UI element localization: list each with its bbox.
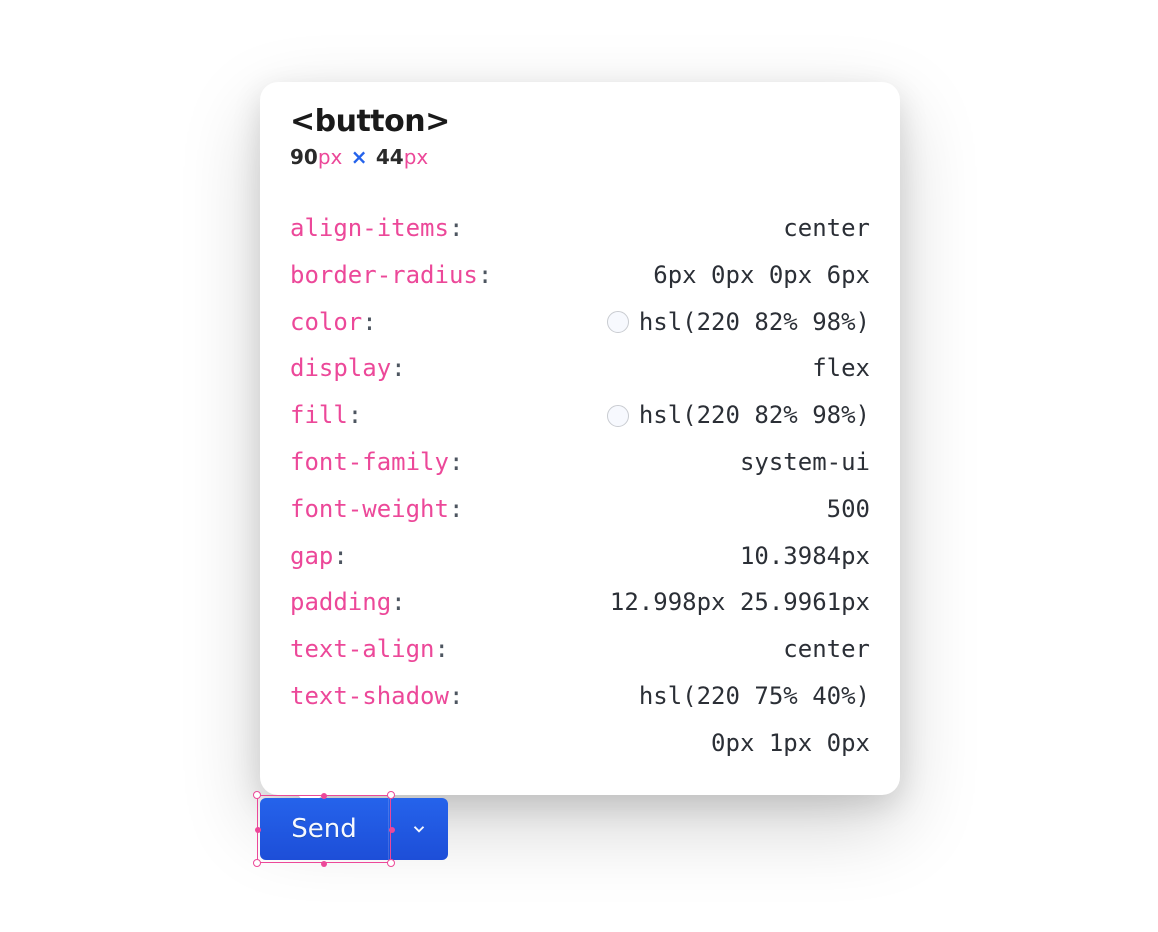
css-property-value: hsl(220 82% 98%)	[607, 392, 870, 439]
dimension-width: 90	[290, 145, 318, 169]
css-property-name-wrap: text-align:	[290, 626, 449, 673]
css-property-value: center	[783, 205, 870, 252]
css-property-name: font-weight	[290, 495, 449, 523]
color-swatch	[607, 405, 629, 427]
css-property-name: gap	[290, 542, 333, 570]
dimension-separator: ×	[349, 145, 370, 169]
css-property-name: color	[290, 308, 362, 336]
css-property-row: font-family: system-ui	[290, 439, 870, 486]
css-property-row: border-radius: 6px 0px 0px 6px	[290, 252, 870, 299]
css-property-name-wrap: display:	[290, 345, 406, 392]
css-property-colon: :	[362, 308, 376, 336]
css-property-row: display: flex	[290, 345, 870, 392]
resize-handle-br[interactable]	[387, 859, 395, 867]
css-property-value: system-ui	[740, 439, 870, 486]
css-property-value-text: 6px 0px 0px 6px	[653, 252, 870, 299]
css-property-name: fill	[290, 401, 348, 429]
css-property-name-wrap: fill:	[290, 392, 362, 439]
css-property-row: text-align: center	[290, 626, 870, 673]
css-property-name-wrap: align-items:	[290, 205, 463, 252]
css-property-value-text: 500	[827, 486, 870, 533]
css-property-name-wrap: font-family:	[290, 439, 463, 486]
css-property-name: text-shadow	[290, 682, 449, 710]
css-property-value: 6px 0px 0px 6px	[653, 252, 870, 299]
resize-midpoint-bottom[interactable]	[321, 861, 327, 867]
css-property-row: align-items: center	[290, 205, 870, 252]
css-property-value-text: center	[783, 205, 870, 252]
css-property-name-wrap: border-radius:	[290, 252, 492, 299]
css-property-value: 10.3984px	[740, 533, 870, 580]
css-property-name: font-family	[290, 448, 449, 476]
send-dropdown-button[interactable]	[388, 798, 448, 860]
css-property-colon: :	[391, 588, 405, 616]
css-property-row: gap: 10.3984px	[290, 533, 870, 580]
css-property-name-wrap: text-shadow:	[290, 673, 463, 720]
css-property-colon: :	[449, 214, 463, 242]
css-property-value-text: 12.998px 25.9961px	[610, 579, 870, 626]
css-property-colon: :	[449, 448, 463, 476]
css-property-name: border-radius	[290, 261, 478, 289]
css-property-colon: :	[435, 635, 449, 663]
css-property-name-wrap: gap:	[290, 533, 348, 580]
css-property-name-wrap: font-weight:	[290, 486, 463, 533]
css-property-value: flex	[812, 345, 870, 392]
css-property-colon: :	[449, 682, 463, 710]
css-property-value-text: flex	[812, 345, 870, 392]
css-property-colon: :	[391, 354, 405, 382]
css-property-colon: :	[348, 401, 362, 429]
css-inspector-tooltip: <button> 90px × 44px align-items:centerb…	[260, 82, 900, 795]
send-button-group: Send	[260, 798, 448, 860]
css-property-row: fill: hsl(220 82% 98%)	[290, 392, 870, 439]
css-property-value-text: system-ui	[740, 439, 870, 486]
css-property-row: text-shadow: hsl(220 75% 40%)0px 1px 0px	[290, 673, 870, 767]
css-property-value-text: center	[783, 626, 870, 673]
inspected-element-tag: <button>	[290, 104, 870, 139]
css-property-row: padding: 12.998px 25.9961px	[290, 579, 870, 626]
css-property-value-text: hsl(220 82% 98%)	[639, 392, 870, 439]
dimension-height-unit: px	[404, 145, 429, 169]
css-property-colon: :	[478, 261, 492, 289]
css-property-row: font-weight: 500	[290, 486, 870, 533]
css-property-colon: :	[449, 495, 463, 523]
css-property-value: 12.998px 25.9961px	[610, 579, 870, 626]
css-property-value: hsl(220 75% 40%)0px 1px 0px	[639, 673, 870, 767]
css-property-value: 500	[827, 486, 870, 533]
element-dimensions: 90px × 44px	[290, 145, 870, 169]
css-property-colon: :	[333, 542, 347, 570]
css-property-value: center	[783, 626, 870, 673]
resize-handle-bl[interactable]	[253, 859, 261, 867]
send-button[interactable]: Send	[260, 798, 388, 860]
css-property-name: align-items	[290, 214, 449, 242]
color-swatch	[607, 311, 629, 333]
css-property-name-wrap: color:	[290, 299, 377, 346]
css-property-value-line: 0px 1px 0px	[711, 720, 870, 767]
chevron-down-icon	[410, 820, 428, 838]
css-property-row: color: hsl(220 82% 98%)	[290, 299, 870, 346]
css-property-value-text: 10.3984px	[740, 533, 870, 580]
css-properties-list: align-items: center border-radius: 6px 0px …	[290, 205, 870, 767]
css-property-value-text: hsl(220 82% 98%)	[639, 299, 870, 346]
css-property-name: display	[290, 354, 391, 382]
css-property-name-wrap: padding:	[290, 579, 406, 626]
css-property-name: padding	[290, 588, 391, 616]
send-button-label: Send	[291, 814, 356, 844]
css-property-name: text-align	[290, 635, 435, 663]
dimension-height: 44	[376, 145, 404, 169]
css-property-value-line: hsl(220 75% 40%)	[639, 673, 870, 720]
dimension-width-unit: px	[318, 145, 343, 169]
css-property-value: hsl(220 82% 98%)	[607, 299, 870, 346]
